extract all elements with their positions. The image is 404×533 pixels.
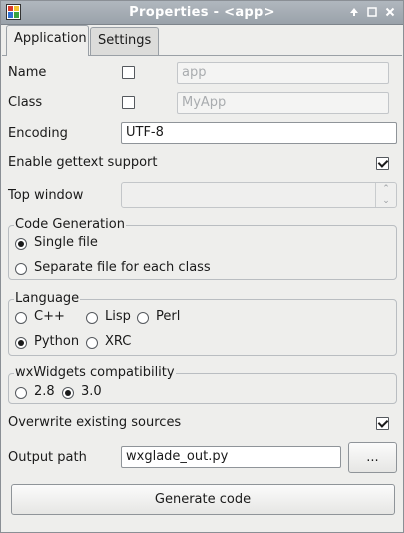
- single-file-label: Single file: [34, 235, 98, 250]
- cpp-label: C++: [34, 309, 65, 324]
- wx30-radio[interactable]: [62, 387, 74, 399]
- python-label: Python: [34, 334, 80, 349]
- generate-code-button[interactable]: Generate code: [11, 484, 395, 515]
- properties-window: Properties - <app> Application Settings …: [0, 0, 404, 533]
- separate-file-label: Separate file for each class: [34, 260, 211, 275]
- python-radio[interactable]: [15, 337, 27, 349]
- tab-settings[interactable]: Settings: [90, 27, 159, 55]
- wx-compat-title: wxWidgets compatibility: [14, 365, 176, 380]
- code-generation-title: Code Generation: [14, 217, 126, 232]
- name-label: Name: [8, 65, 47, 80]
- tab-application[interactable]: Application: [6, 25, 89, 56]
- overwrite-label: Overwrite existing sources: [8, 415, 182, 430]
- class-field[interactable]: MyApp: [177, 92, 389, 114]
- single-file-radio[interactable]: [15, 238, 27, 250]
- class-checkbox[interactable]: [122, 96, 135, 109]
- browse-button[interactable]: ...: [348, 442, 397, 473]
- perl-label: Perl: [156, 309, 181, 324]
- gettext-label: Enable gettext support: [8, 155, 158, 170]
- separate-file-radio[interactable]: [15, 263, 27, 275]
- lisp-label: Lisp: [105, 309, 131, 324]
- name-field[interactable]: app: [177, 62, 389, 84]
- xrc-radio[interactable]: [86, 337, 98, 349]
- lisp-radio[interactable]: [86, 312, 98, 324]
- language-title: Language: [14, 291, 81, 306]
- tab-application-label: Application: [14, 31, 87, 46]
- encoding-label: Encoding: [8, 126, 68, 141]
- class-label: Class: [8, 95, 43, 110]
- maximize-icon[interactable]: [365, 5, 379, 19]
- wx30-label: 3.0: [81, 384, 102, 399]
- tab-settings-label: Settings: [98, 33, 152, 48]
- cpp-radio[interactable]: [15, 312, 27, 324]
- close-icon[interactable]: [383, 5, 397, 19]
- top-window-select[interactable]: ⌃ ⌄: [121, 182, 397, 208]
- wx28-radio[interactable]: [15, 387, 27, 399]
- output-path-label: Output path: [8, 450, 87, 465]
- xrc-label: XRC: [105, 334, 132, 349]
- wx28-label: 2.8: [34, 384, 55, 399]
- perl-radio[interactable]: [137, 312, 149, 324]
- combo-arrows-icon: ⌃ ⌄: [375, 183, 396, 207]
- pin-icon[interactable]: [347, 5, 361, 19]
- gettext-checkbox[interactable]: [376, 157, 389, 170]
- overwrite-checkbox[interactable]: [376, 417, 389, 430]
- top-window-label: Top window: [8, 188, 84, 203]
- title-bar[interactable]: Properties - <app>: [1, 1, 403, 25]
- output-path-field[interactable]: wxglade_out.py: [121, 446, 341, 468]
- name-checkbox[interactable]: [122, 66, 135, 79]
- window-title: Properties - <app>: [129, 5, 275, 20]
- encoding-field[interactable]: UTF-8: [121, 122, 397, 144]
